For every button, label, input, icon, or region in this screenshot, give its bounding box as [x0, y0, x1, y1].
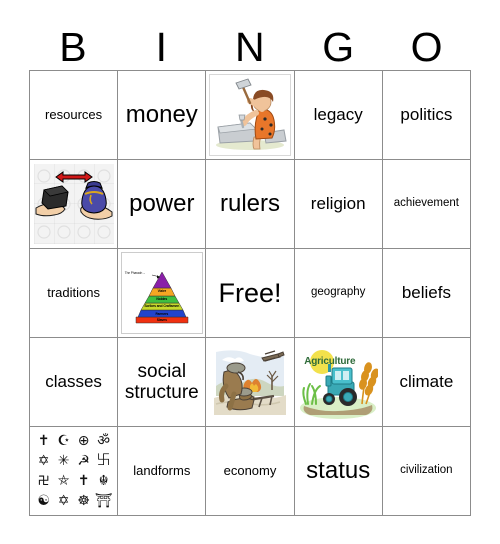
pyramid-annotation: The Pharaoh→ — [124, 271, 146, 275]
bingo-cell-label: politics — [400, 105, 453, 125]
bingo-cell-label: classes — [45, 372, 102, 392]
religion-symbol-latin-cross: ✝ — [77, 473, 90, 489]
bingo-header-letter-o: O — [410, 24, 444, 70]
bingo-cell-r3c4[interactable]: geography — [294, 249, 383, 338]
religion-symbol-cross: ✝ — [37, 433, 50, 449]
agriculture-tractor-wheat-icon: Agriculture — [298, 342, 379, 422]
bingo-cell-label: beliefs — [401, 283, 451, 303]
hands-exchanging-goods-icon — [33, 164, 114, 244]
religion-symbol-pentacle: ⛤ — [57, 473, 70, 489]
bingo-cell-r2c1[interactable] — [30, 160, 119, 249]
bingo-cell-r3c2[interactable]: The Pharaoh→ Vizier Nobles Scribes and C… — [118, 249, 207, 338]
bingo-cell-label: civilization — [400, 464, 453, 477]
free-space-label: Free! — [218, 277, 282, 308]
bingo-cell-r2c4[interactable]: religion — [294, 160, 383, 249]
bingo-cell-label: resources — [45, 107, 103, 123]
bingo-cell-r5c4[interactable]: status — [294, 427, 383, 516]
religion-symbol-cross-circle: ⊕ — [77, 433, 90, 449]
bingo-cell-r4c5[interactable]: climate — [382, 338, 471, 427]
religion-symbol-crescent: ☪ — [57, 433, 70, 449]
religion-symbol-yin-yang: ☯ — [37, 493, 50, 509]
bingo-cell-r1c5[interactable]: politics — [382, 71, 471, 160]
pyramid-tier-farmers: Farmers — [155, 311, 169, 316]
bingo-card: B I N G O resources money legacy politic… — [0, 0, 500, 544]
soldiers-machine-gun-biplane-icon — [209, 342, 290, 422]
bingo-cell-label: climate — [399, 372, 454, 392]
religion-symbol-om: ॐ — [97, 433, 110, 449]
bingo-cell-label: rulers — [219, 189, 280, 217]
religion-symbol-wheel: ☸ — [77, 493, 90, 509]
bingo-cell-r2c5[interactable]: achievement — [382, 160, 471, 249]
bingo-cell-label: power — [129, 189, 195, 217]
bingo-cell-r2c3[interactable]: rulers — [206, 160, 295, 249]
bingo-cell-r4c2[interactable]: social structure — [118, 338, 207, 427]
bingo-cell-r5c3[interactable]: economy — [206, 427, 295, 516]
bingo-cell-r3c5[interactable]: beliefs — [382, 249, 471, 338]
religion-symbol-star-of-david: ✡ — [37, 453, 50, 469]
bingo-cell-label: achievement — [393, 197, 459, 210]
bingo-cell-r4c3[interactable] — [206, 338, 295, 427]
cave-person-chiseling-stone-icon — [208, 74, 291, 156]
religion-symbol-torii-gate: ⛩ — [94, 493, 113, 509]
bingo-cell-r1c4[interactable]: legacy — [294, 71, 383, 160]
bingo-cell-r1c2[interactable]: money — [118, 71, 207, 160]
bingo-cell-label: landforms — [133, 463, 191, 479]
bingo-cell-r1c1[interactable]: resources — [30, 71, 119, 160]
religion-symbol-nine-pointed-star: ✳ — [57, 453, 70, 469]
bingo-cell-free-space[interactable]: Free! — [206, 249, 295, 338]
bingo-cell-label-multiline: social structure — [123, 361, 201, 404]
pyramid-tier-scribes: Scribes and Craftsmen — [144, 304, 180, 308]
bingo-header: B I N G O — [29, 14, 471, 68]
pyramid-tier-slaves: Slaves — [156, 318, 167, 322]
bingo-header-letter-n: N — [234, 24, 266, 70]
bingo-cell-r2c2[interactable]: power — [118, 160, 207, 249]
religion-symbol-farohar: ☭ — [77, 453, 90, 469]
religion-symbol-star: ✡ — [57, 493, 70, 509]
agriculture-caption: Agriculture — [304, 356, 356, 367]
bingo-grid: resources money legacy politics power ru… — [29, 70, 471, 516]
bingo-cell-label: status — [306, 456, 371, 484]
egyptian-social-pyramid-icon: The Pharaoh→ Vizier Nobles Scribes and C… — [120, 252, 203, 334]
bingo-cell-label: geography — [311, 286, 366, 299]
bingo-header-letter-b: B — [59, 24, 88, 70]
bingo-cell-r5c2[interactable]: landforms — [118, 427, 207, 516]
bingo-cell-r3c1[interactable]: traditions — [30, 249, 119, 338]
pyramid-tier-vizier: Vizier — [157, 289, 166, 293]
bingo-cell-label: religion — [310, 194, 366, 214]
bingo-cell-label-line2: structure — [124, 382, 199, 403]
religion-symbol-dharma-wheel: ࿕ — [96, 453, 111, 469]
bingo-cell-r4c4[interactable]: Agriculture — [294, 338, 383, 427]
bingo-cell-r5c5[interactable]: civilization — [382, 427, 471, 516]
bingo-header-letter-g: G — [322, 24, 355, 70]
pyramid-tier-nobles: Nobles — [156, 297, 168, 301]
bingo-cell-label: traditions — [47, 285, 100, 301]
religion-symbol-khanda: ☬ — [98, 473, 109, 489]
religion-symbol-jain-hand: ࿖ — [38, 473, 49, 489]
religious-symbols-grid-icon: ✝ ☪ ⊕ ॐ ✡ ✳ ☭ ࿕ ࿖ ⛤ ✝ ☬ ☯ ✡ ☸ ⛩ — [34, 431, 114, 511]
bingo-cell-label: legacy — [313, 105, 363, 125]
bingo-cell-label: money — [125, 100, 198, 128]
bingo-cell-label: economy — [223, 463, 277, 479]
bingo-cell-label-line1: social — [137, 360, 187, 382]
bingo-cell-r1c3[interactable] — [206, 71, 295, 160]
bingo-cell-r5c1[interactable]: ✝ ☪ ⊕ ॐ ✡ ✳ ☭ ࿕ ࿖ ⛤ ✝ ☬ ☯ ✡ ☸ ⛩ — [30, 427, 119, 516]
bingo-header-letter-i: I — [155, 24, 168, 70]
bingo-cell-r4c1[interactable]: classes — [30, 338, 119, 427]
